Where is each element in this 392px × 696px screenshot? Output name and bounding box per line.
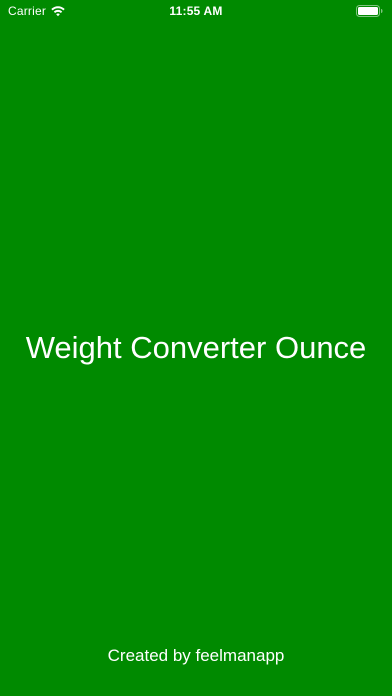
app-title: Weight Converter Ounce xyxy=(25,330,367,365)
credit-label: Created by feelmanapp xyxy=(107,646,285,665)
battery-icon xyxy=(356,5,383,17)
status-bar: Carrier 11:55 AM xyxy=(0,0,392,22)
status-time: 11:55 AM xyxy=(169,4,223,18)
